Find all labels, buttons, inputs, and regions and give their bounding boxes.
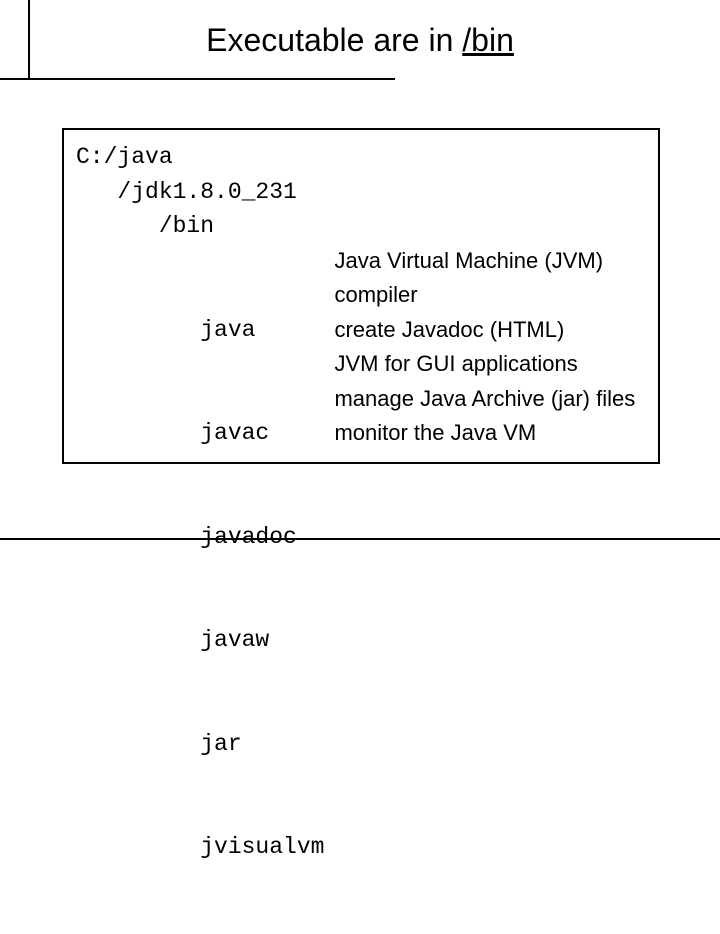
path-jdk: /jdk1.8.0_231	[76, 175, 646, 210]
slide: Executable are in /bin C:/java /jdk1.8.0…	[0, 0, 720, 540]
exec-name: javadoc	[76, 520, 324, 555]
title-area: Executable are in /bin	[0, 22, 720, 59]
exec-desc: monitor the Java VM	[334, 416, 635, 451]
path-bin: /bin	[76, 209, 646, 244]
exec-desc: manage Java Archive (jar) files	[334, 382, 635, 417]
exec-desc: create Javadoc (HTML)	[334, 313, 635, 348]
content-box: C:/java /jdk1.8.0_231 /bin java javac ja…	[62, 128, 660, 464]
exec-desc: JVM for GUI applications	[334, 347, 635, 382]
executable-desc-col: Java Virtual Machine (JVM) compiler crea…	[334, 244, 635, 451]
slide-title: Executable are in /bin	[206, 22, 514, 58]
exec-desc: Java Virtual Machine (JVM)	[334, 244, 635, 279]
path-block: C:/java /jdk1.8.0_231 /bin	[76, 140, 646, 244]
title-rule-horizontal	[0, 78, 395, 80]
title-path: /bin	[462, 22, 514, 58]
title-prefix: Executable are in	[206, 22, 462, 58]
exec-name: java	[76, 313, 324, 348]
exec-name: javaw	[76, 623, 324, 658]
exec-name: jvisualvm	[76, 830, 324, 865]
executable-names-col: java javac javadoc javaw jar jvisualvm	[76, 244, 334, 934]
path-root: C:/java	[76, 140, 646, 175]
executable-table: java javac javadoc javaw jar jvisualvm J…	[76, 244, 646, 934]
exec-desc: compiler	[334, 278, 635, 313]
exec-name: jar	[76, 727, 324, 762]
exec-name: javac	[76, 416, 324, 451]
